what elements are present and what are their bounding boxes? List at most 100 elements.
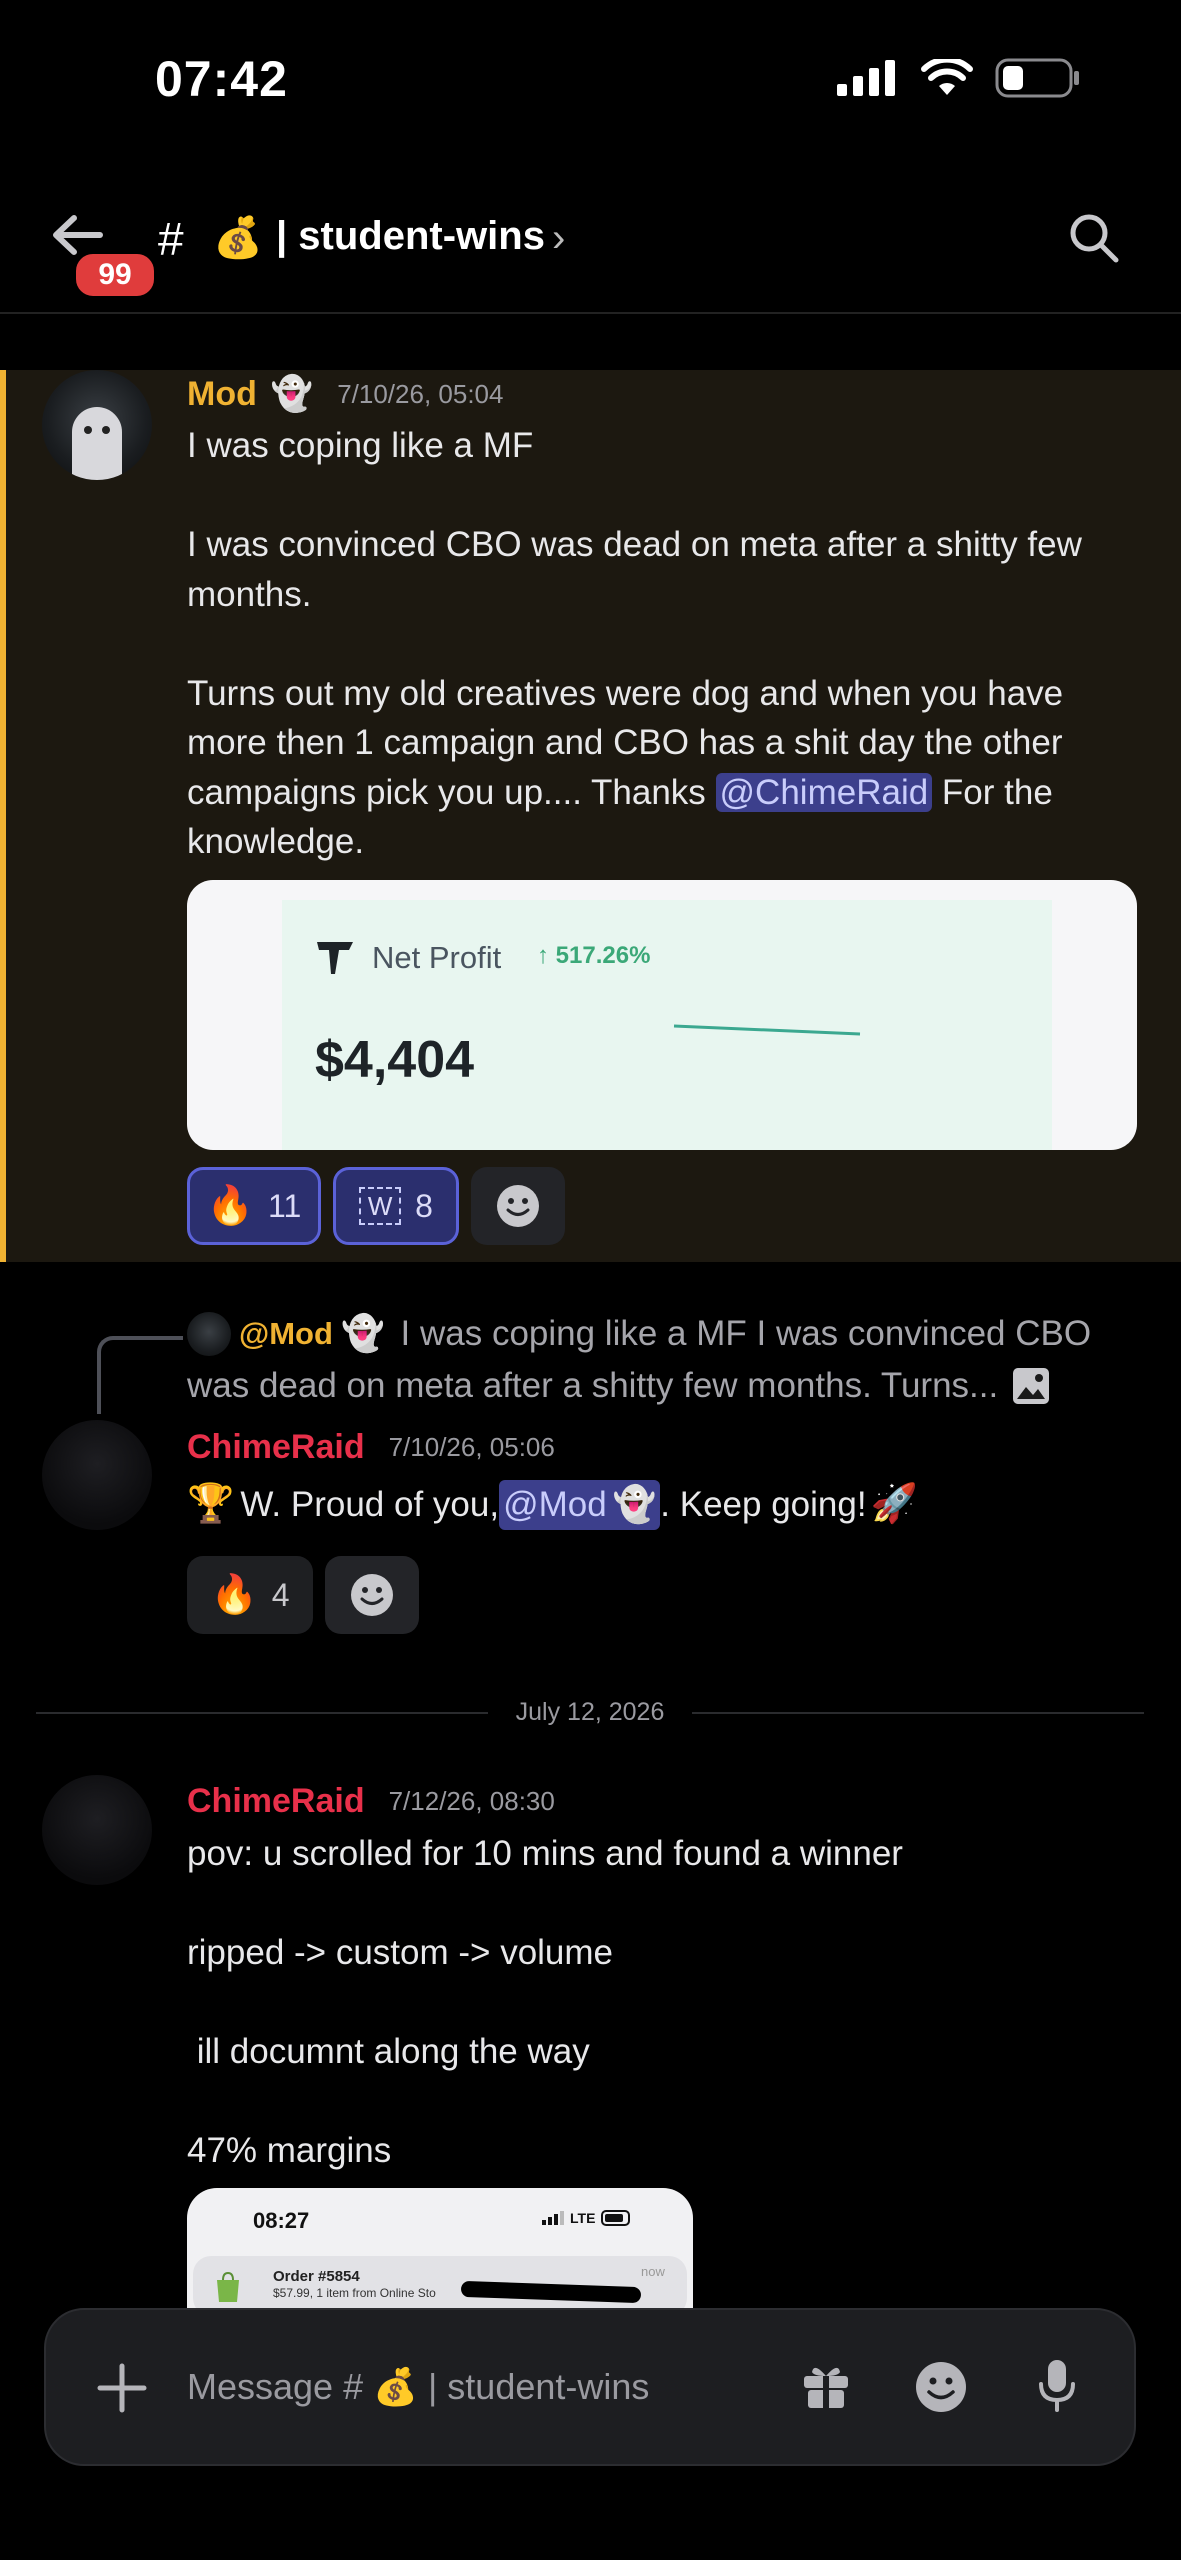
message-text: campaigns pick you up.... Thanks	[187, 772, 716, 812]
reactions-row: 🔥 4	[187, 1556, 419, 1634]
message-line: Turns out my old creatives were dog and …	[187, 673, 1064, 713]
profit-percent: ↑ 517.26%	[537, 942, 651, 969]
search-button[interactable]	[1068, 212, 1120, 264]
timestamp: 7/10/26, 05:04	[337, 378, 504, 409]
gift-button[interactable]	[800, 2360, 852, 2417]
brand-logo-icon	[317, 942, 353, 974]
search-icon	[1070, 214, 1119, 263]
reaction-fire[interactable]: 🔥 11	[187, 1167, 321, 1245]
message-line: ill documnt along the way	[187, 2032, 590, 2071]
image-attachment[interactable]: Net Profit ↑ 517.26% $4,404	[187, 880, 1137, 1150]
message-body: pov: u scrolled for 10 mins and found a …	[187, 1829, 1137, 2176]
signal-icon	[542, 2211, 564, 2225]
gift-icon	[804, 2367, 848, 2408]
reply-text: I was coping like a MF I was convinced C…	[400, 1314, 1092, 1353]
reply-mention: @Mod	[239, 1316, 333, 1351]
channel-title[interactable]: | student-wins	[276, 214, 545, 259]
user-mention[interactable]: @ChimeRaid	[715, 772, 933, 812]
date-divider-line	[36, 1712, 488, 1714]
network-label: LTE	[570, 2210, 596, 2226]
notification-time: now	[641, 2264, 665, 2279]
message-line: pov: u scrolled for 10 mins and found a …	[187, 1834, 903, 1873]
notification-card: Order #5854 $57.99, 1 item from Online S…	[193, 2256, 687, 2308]
ghost-emoji: 👻	[612, 1485, 657, 1524]
reaction-w[interactable]: W 8	[333, 1167, 459, 1245]
ghost-emoji: 👻	[340, 1314, 385, 1353]
message-line: more then 1 campaign and CBO has a shit …	[187, 723, 1063, 762]
microphone-icon	[1039, 2360, 1075, 2412]
attach-button[interactable]	[96, 2362, 148, 2419]
chevron-right-icon[interactable]: ›	[552, 216, 565, 261]
trophy-emoji: 🏆	[187, 1483, 235, 1525]
plus-icon	[97, 2363, 147, 2413]
battery-icon	[995, 58, 1079, 98]
fire-emoji: 🔥	[210, 1574, 258, 1616]
message-text: . Keep going!	[660, 1485, 867, 1524]
message-text: W. Proud of you,	[240, 1485, 500, 1524]
avatar-chimeraid[interactable]	[42, 1775, 152, 1885]
header-divider	[0, 312, 1181, 314]
avatar-mod[interactable]	[42, 370, 152, 480]
add-reaction-button[interactable]	[325, 1556, 419, 1634]
image-attachment[interactable]: 08:27 LTE Order #5854 $57.99, 1 item fro…	[187, 2188, 693, 2308]
smiley-add-icon	[351, 1574, 393, 1616]
message-line: I was convinced CBO was dead on meta aft…	[187, 525, 1082, 564]
emoji-button[interactable]	[914, 2360, 968, 2419]
message-body: I was coping like a MF I was convinced C…	[187, 421, 1137, 867]
signal-icon	[837, 60, 895, 96]
message-body: 🏆 W. Proud of you, @Mod 👻 . Keep going! …	[187, 1480, 918, 1530]
profit-card	[282, 900, 1052, 1150]
rocket-emoji: 🚀	[870, 1483, 918, 1525]
net-profit-value: $4,404	[315, 1031, 475, 1089]
money-bag-emoji: 💰	[213, 216, 263, 260]
author-name[interactable]: Mod	[187, 375, 257, 414]
fire-emoji: 🔥	[206, 1185, 255, 1227]
add-reaction-button[interactable]	[471, 1167, 565, 1245]
redaction-scribble	[460, 2280, 642, 2304]
timestamp: 7/10/26, 05:06	[388, 1432, 555, 1462]
ghost-emoji: 👻	[270, 375, 314, 413]
reaction-count: 8	[415, 1187, 433, 1224]
sparkline	[673, 1024, 861, 1036]
voice-button[interactable]	[1036, 2358, 1078, 2419]
timestamp: 7/12/26, 08:30	[388, 1786, 555, 1816]
reaction-fire[interactable]: 🔥 4	[187, 1556, 313, 1634]
message-line: campaigns pick you up.... Thanks @ChimeR…	[187, 768, 1137, 818]
message-header-mod: Mod 👻 7/10/26, 05:04	[187, 374, 503, 414]
message-input[interactable]: Message # 💰 | student-wins	[187, 2366, 649, 2408]
message-header-chimeraid: ChimeRaid 7/12/26, 08:30	[187, 1782, 555, 1821]
ghost-avatar-icon	[72, 407, 122, 480]
mention-highlight-bar	[0, 370, 6, 1262]
message-line: 47% margins	[187, 2131, 392, 2170]
message-text: For the	[932, 772, 1053, 812]
message-line: knowledge.	[187, 822, 365, 861]
avatar-chimeraid[interactable]	[42, 1420, 152, 1530]
shot-time: 08:27	[253, 2208, 310, 2233]
status-time: 07:42	[155, 51, 288, 107]
reaction-count: 4	[271, 1576, 290, 1613]
net-profit-label: Net Profit	[372, 940, 502, 975]
smiley-icon	[916, 2362, 966, 2412]
order-subtitle: $57.99, 1 item from Online Sto	[273, 2286, 436, 2300]
channel-hash: #	[158, 213, 184, 265]
reply-connector	[97, 1336, 183, 1414]
image-icon	[1013, 1368, 1050, 1404]
date-divider-line	[692, 1712, 1144, 1714]
reply-preview[interactable]: @Mod 👻 I was coping like a MF I was conv…	[187, 1308, 1137, 1412]
message-header-chimeraid: ChimeRaid 7/10/26, 05:06	[187, 1428, 555, 1467]
user-mention[interactable]: @Mod 👻	[499, 1480, 661, 1530]
author-name[interactable]: ChimeRaid	[187, 1428, 365, 1467]
reaction-count: 11	[268, 1187, 302, 1224]
author-name[interactable]: ChimeRaid	[187, 1782, 365, 1821]
order-title: Order #5854	[273, 2268, 360, 2285]
message-line: I was coping like a MF	[187, 426, 534, 465]
wifi-icon	[921, 59, 973, 95]
shopify-icon	[217, 2271, 239, 2302]
arrow-up-icon: ↑	[537, 942, 549, 969]
message-line: ripped -> custom -> volume	[187, 1933, 614, 1972]
